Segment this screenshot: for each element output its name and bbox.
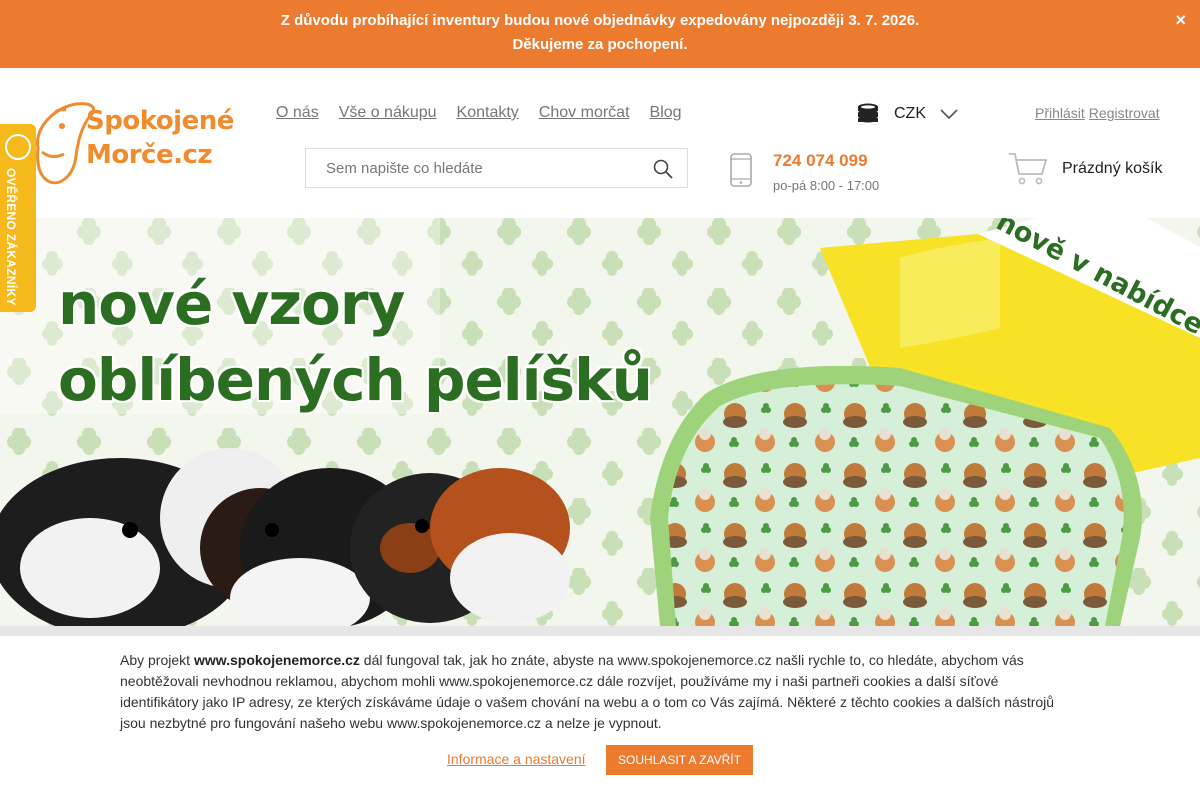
close-icon[interactable]: × — [1175, 10, 1186, 30]
site-header: Spokojené Morče.cz O nás Vše o nákupu Ko… — [0, 68, 1200, 218]
register-link[interactable]: Registrovat — [1089, 105, 1160, 121]
announcement-line-1: Z důvodu probíhající inventury budou nov… — [280, 12, 920, 29]
logo-text-line-2: Morče.cz — [86, 140, 213, 170]
cookie-site-name: www.spokojenemorce.cz — [193, 652, 360, 668]
phone-number[interactable]: 724 074 099 — [773, 151, 868, 171]
nav-item-guinea-pig-care[interactable]: Chov morčat — [539, 104, 630, 122]
announcement-line-2: Děkujeme za pochopení. — [512, 36, 688, 53]
search-input[interactable] — [306, 149, 626, 187]
cookie-intro: Aby projekt — [120, 652, 194, 668]
nav-item-shopping-info[interactable]: Vše o nákupu — [339, 104, 437, 122]
banner-headline-line-2: oblíbených pelíšků — [58, 346, 653, 414]
announcement-bar: Z důvodu probíhající inventury budou nov… — [0, 0, 1200, 68]
cart-label: Prázdný košík — [1062, 160, 1163, 177]
cart-button[interactable]: Prázdný košík — [1008, 152, 1162, 186]
phone-icon — [730, 153, 752, 187]
login-link[interactable]: Přihlásit — [1035, 105, 1085, 121]
logo[interactable]: Spokojené Morče.cz — [32, 100, 234, 190]
opening-hours: po-pá 8:00 - 17:00 — [773, 178, 880, 193]
verified-badge-label: OVĚŘENO ZÁKAZNÍKY — [4, 168, 18, 306]
logo-text-line-1: Spokojené — [86, 106, 234, 136]
nav-item-contacts[interactable]: Kontakty — [457, 104, 519, 122]
currency-selector[interactable]: CZK — [856, 102, 958, 126]
verified-seal-icon — [5, 134, 31, 160]
shopping-cart-icon — [1009, 153, 1048, 185]
main-nav: O nás Vše o nákupu Kontakty Chov morčat … — [276, 104, 682, 122]
coins-icon — [858, 103, 878, 123]
search-icon — [653, 159, 673, 179]
currency-value: CZK — [894, 105, 926, 122]
chevron-down-icon — [940, 109, 958, 120]
verified-reviews-badge[interactable]: OVĚŘENO ZÁKAZNÍKY — [0, 124, 36, 312]
search-box — [305, 148, 688, 188]
search-button[interactable] — [653, 159, 673, 184]
nav-item-blog[interactable]: Blog — [650, 104, 682, 122]
banner-headline-line-1: nové vzory — [58, 270, 405, 338]
accept-cookies-button[interactable]: SOUHLASIT A ZAVŘÍT — [606, 745, 753, 775]
account-links: Přihlásit Registrovat — [1035, 105, 1160, 121]
cookie-settings-link[interactable]: Informace a nastavení — [447, 751, 586, 767]
cookie-consent-bar: Aby projekt www.spokojenemorce.cz dál fu… — [0, 626, 1200, 800]
nav-item-about[interactable]: O nás — [276, 104, 319, 122]
hero-banner[interactable]: nové vzory oblíbených pelíšků nově v nab… — [0, 218, 1200, 626]
cookie-consent-text: Aby projekt www.spokojenemorce.cz dál fu… — [120, 650, 1080, 734]
